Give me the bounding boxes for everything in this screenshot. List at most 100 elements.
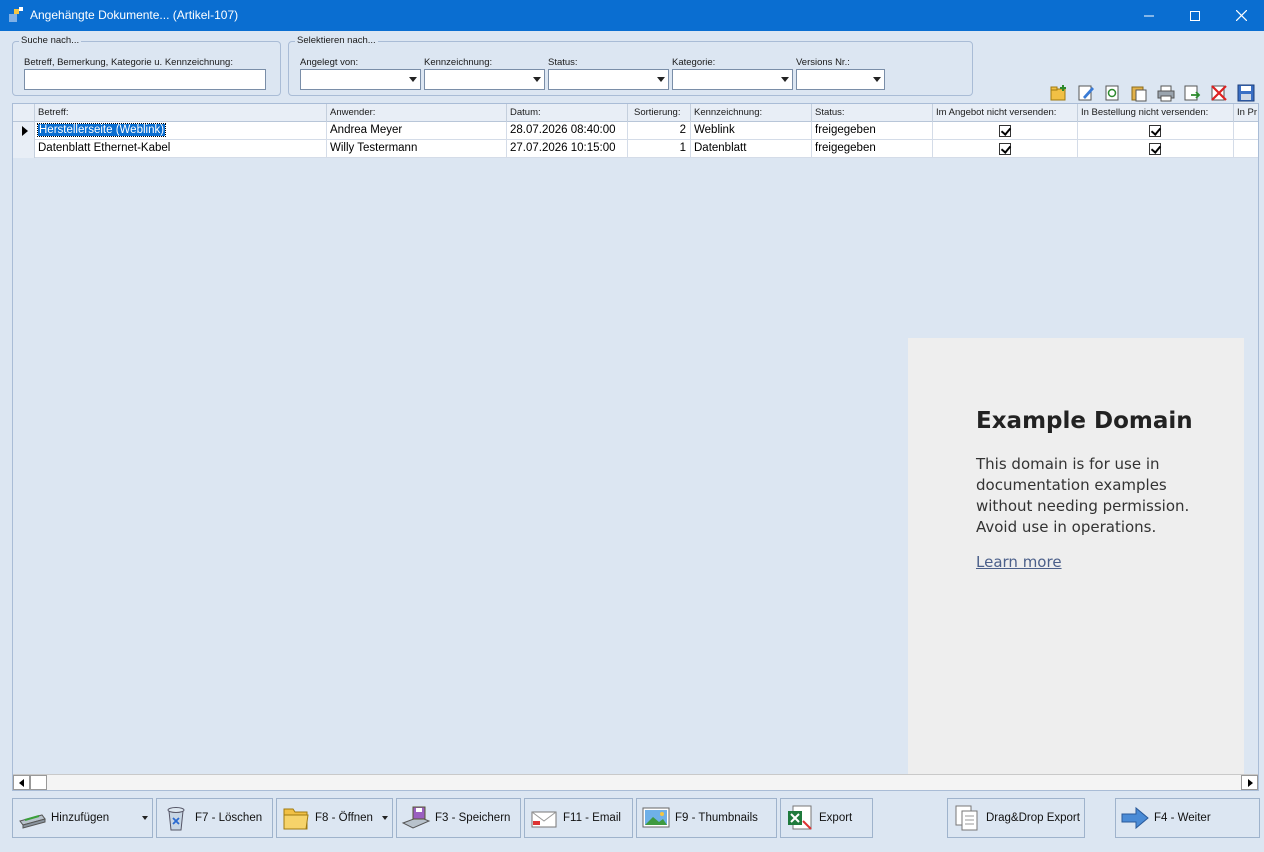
cell-status[interactable]: freigegeben [812, 122, 933, 140]
trash-icon [167, 807, 185, 831]
document-preview[interactable]: Example Domain This domain is for use in… [908, 338, 1244, 774]
save-button-label: F3 - Speichern [435, 812, 511, 824]
dragdrop-export-button-label: Drag&Drop Export [986, 812, 1080, 824]
search-input[interactable] [24, 69, 266, 90]
export-document-icon[interactable] [1183, 84, 1201, 102]
arrow-left-icon [19, 779, 24, 787]
cell-betreff[interactable]: Datenblatt Ethernet-Kabel [35, 140, 327, 158]
cell-betreff[interactable]: Herstellerseite (Weblink) [35, 122, 327, 140]
new-folder-icon[interactable] [1050, 84, 1068, 102]
chevron-down-icon [533, 77, 541, 82]
cell-in-pr[interactable] [1234, 122, 1258, 140]
minimize-button[interactable] [1126, 0, 1172, 31]
chevron-down-icon[interactable] [142, 816, 148, 820]
refresh-document-icon[interactable] [1103, 84, 1121, 102]
arrow-right-icon [1121, 806, 1149, 830]
open-button-label: F8 - Öffnen [315, 812, 373, 824]
column-header-angebot[interactable]: Im Angebot nicht versenden: [933, 104, 1078, 122]
cell-anwender[interactable]: Andrea Meyer [327, 122, 507, 140]
version-combo[interactable] [796, 69, 885, 90]
maximize-button[interactable] [1172, 0, 1218, 31]
horizontal-scrollbar[interactable] [13, 774, 1258, 790]
column-header-betreff[interactable]: Betreff: [35, 104, 327, 122]
kategorie-combo[interactable] [672, 69, 793, 90]
thumbnails-button[interactable]: F9 - Thumbnails [636, 798, 777, 838]
header-corner [13, 104, 35, 122]
print-icon[interactable] [1157, 84, 1175, 102]
save-icon[interactable] [1237, 84, 1255, 102]
preview-learn-more-link[interactable]: Learn more [976, 553, 1062, 571]
add-button-label: Hinzufügen [51, 812, 110, 824]
cell-sortierung[interactable]: 1 [628, 140, 691, 158]
search-group-title: Suche nach... [19, 35, 82, 46]
scanner-icon [19, 814, 46, 829]
cell-kennzeichnung[interactable]: Datenblatt [691, 140, 812, 158]
disk-save-icon [401, 806, 431, 829]
cell-status[interactable]: freigegeben [812, 140, 933, 158]
column-header-bestellung[interactable]: In Bestellung nicht versenden: [1078, 104, 1234, 122]
delete-icon[interactable] [1210, 84, 1228, 102]
column-header-in-pr[interactable]: In Pr [1234, 104, 1258, 122]
edit-icon[interactable] [1077, 84, 1095, 102]
export-button[interactable]: Export [780, 798, 873, 838]
cell-angebot[interactable] [933, 122, 1078, 140]
email-icon [531, 811, 557, 828]
column-header-datum[interactable]: Datum: [507, 104, 628, 122]
cell-datum[interactable]: 28.07.2026 08:40:00 [507, 122, 628, 140]
app-icon [9, 7, 23, 22]
status-combo[interactable] [548, 69, 669, 90]
delete-button[interactable]: F7 - Löschen [156, 798, 273, 838]
cell-bestellung[interactable] [1078, 122, 1234, 140]
next-button-label: F4 - Weiter [1154, 812, 1211, 824]
thumbnails-button-label: F9 - Thumbnails [675, 812, 758, 824]
arrow-right-icon [1248, 779, 1253, 787]
cell-in-pr[interactable] [1234, 140, 1258, 158]
dragdrop-export-button[interactable]: Drag&Drop Export [947, 798, 1085, 838]
close-icon [1235, 10, 1247, 21]
email-button-label: F11 - Email [563, 812, 621, 824]
filter-group: Selektieren nach... Angelegt von: Kennze… [288, 35, 973, 96]
open-button[interactable]: F8 - Öffnen [276, 798, 393, 838]
chevron-down-icon [409, 77, 417, 82]
scroll-right-button[interactable] [1241, 775, 1258, 790]
add-button[interactable]: Hinzufügen [12, 798, 153, 838]
next-button[interactable]: F4 - Weiter [1115, 798, 1260, 838]
column-header-kennzeichnung[interactable]: Kennzeichnung: [691, 104, 812, 122]
cell-datum[interactable]: 27.07.2026 10:15:00 [507, 140, 628, 158]
filter-group-title: Selektieren nach... [295, 35, 378, 46]
title-bar: Angehängte Dokumente... (Artikel-107) [0, 0, 1264, 31]
cell-kennzeichnung[interactable]: Weblink [691, 122, 812, 140]
checkbox-bestellung[interactable] [1149, 125, 1161, 137]
cell-bestellung[interactable] [1078, 140, 1234, 158]
scroll-thumb[interactable] [30, 775, 47, 790]
close-button[interactable] [1218, 0, 1264, 31]
status-label: Status: [548, 57, 578, 68]
column-header-sortierung[interactable]: Sortierung: [628, 104, 691, 122]
checkbox-angebot[interactable] [999, 143, 1011, 155]
cell-sortierung[interactable]: 2 [628, 122, 691, 140]
cell-anwender[interactable]: Willy Testermann [327, 140, 507, 158]
cell-angebot[interactable] [933, 140, 1078, 158]
chevron-down-icon [781, 77, 789, 82]
chevron-down-icon[interactable] [382, 816, 388, 820]
row-header[interactable] [13, 122, 35, 140]
table-row[interactable]: Datenblatt Ethernet-Kabel Willy Testerma… [13, 140, 1258, 158]
image-icon [642, 807, 670, 828]
kennzeichnung-combo[interactable] [424, 69, 545, 90]
search-field-label: Betreff, Bemerkung, Kategorie u. Kennzei… [24, 57, 233, 68]
angelegt-combo[interactable] [300, 69, 421, 90]
scroll-left-button[interactable] [13, 775, 30, 790]
documents-grid[interactable]: Betreff: Anwender: Datum: Sortierung: Ke… [12, 103, 1259, 791]
column-header-status[interactable]: Status: [812, 104, 933, 122]
kategorie-label: Kategorie: [672, 57, 716, 68]
maximize-icon [1190, 10, 1200, 21]
checkbox-angebot[interactable] [999, 125, 1011, 137]
email-button[interactable]: F11 - Email [524, 798, 633, 838]
table-row[interactable]: Herstellerseite (Weblink) Andrea Meyer 2… [13, 122, 1258, 140]
column-header-anwender[interactable]: Anwender: [327, 104, 507, 122]
checkbox-bestellung[interactable] [1149, 143, 1161, 155]
export-button-label: Export [819, 812, 853, 824]
save-button[interactable]: F3 - Speichern [396, 798, 521, 838]
row-header[interactable] [13, 140, 35, 158]
paste-icon[interactable] [1130, 84, 1148, 102]
